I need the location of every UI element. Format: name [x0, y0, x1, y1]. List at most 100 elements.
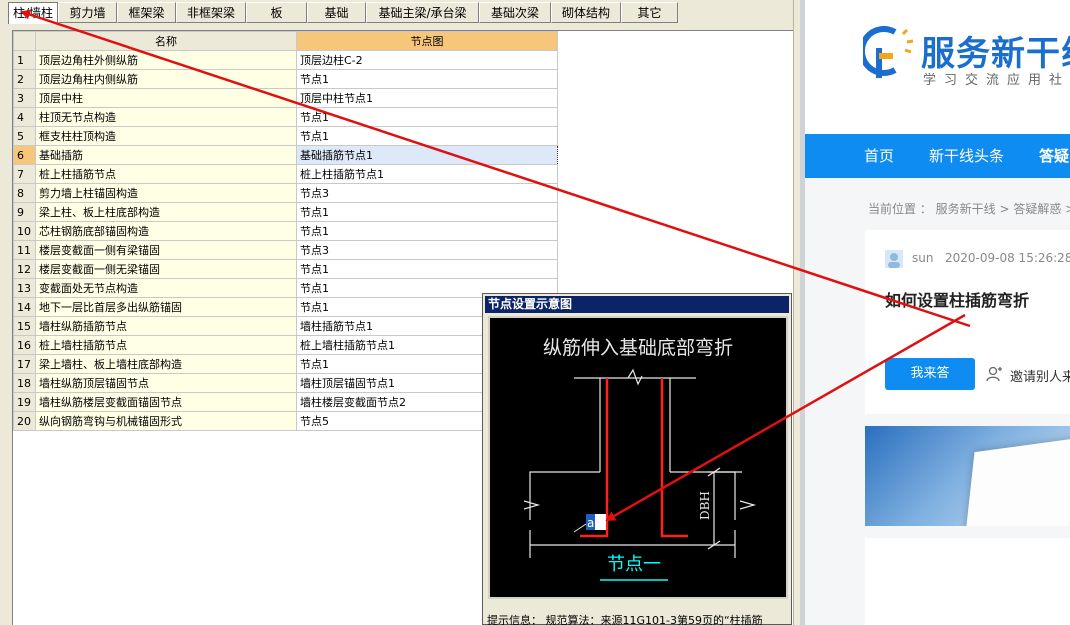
table-row[interactable]: 5 框支柱柱顶构造 节点1	[13, 126, 558, 146]
table-row[interactable]: 19 墙柱纵筋楼层变截面锚固节点 墙柱楼层变截面节点2	[13, 392, 558, 412]
row-node-cell[interactable]: 桩上柱插筋节点1	[296, 164, 558, 184]
tab-non-frame-beam[interactable]: 非框架梁	[176, 2, 246, 23]
row-number-cell: 10	[13, 221, 36, 241]
row-name-cell: 顶层中柱	[35, 88, 297, 108]
tab-foundation-secondary-beam[interactable]: 基础次梁	[479, 2, 551, 23]
rebar-settings-app: 柱/墙柱 剪力墙 框架梁 非框架梁 板 基础 基础主梁/承台梁 基础次梁 砌体结…	[0, 0, 800, 625]
row-number-cell: 11	[13, 240, 36, 260]
table-row[interactable]: 7 桩上柱插筋节点 桩上柱插筋节点1	[13, 164, 558, 184]
column-header-name[interactable]: 名称	[35, 31, 297, 51]
node-diagram-canvas: 纵筋伸入基础底部弯折 DBH a 节点一	[488, 316, 788, 599]
user-icon	[986, 366, 1002, 382]
row-number-cell: 16	[13, 335, 36, 355]
brand-subtitle: 学习交流应用社	[923, 73, 1070, 88]
table-row[interactable]: 4 柱顶无节点构造 节点1	[13, 107, 558, 127]
row-node-cell[interactable]: 基础插筋节点1	[296, 145, 558, 165]
settings-table: 名称 节点图 1 顶层边角柱外侧纵筋 顶层边柱C-2 2 顶层边角柱内侧纵筋 节点1 3 顶层…	[13, 31, 558, 431]
table-row[interactable]: 20 纵向钢筋弯钩与机械锚固形式 节点5	[13, 411, 558, 431]
node-diagram: 纵筋伸入基础底部弯折 DBH a 节点一	[523, 337, 757, 581]
row-node-cell[interactable]: 顶层边柱C-2	[296, 50, 558, 70]
table-row[interactable]: 9 梁上柱、板上柱底部构造 节点1	[13, 202, 558, 222]
row-number-cell: 4	[13, 107, 36, 127]
table-row[interactable]: 11 楼层变截面一侧有梁锚固 节点3	[13, 240, 558, 260]
avatar[interactable]	[885, 250, 903, 268]
tab-frame-beam[interactable]: 框架梁	[117, 2, 176, 23]
table-row[interactable]: 13 变截面处无节点构造 节点1	[13, 278, 558, 298]
table-row[interactable]: 18 墙柱纵筋顶层锚固节点 墙柱顶层锚固节点1	[13, 373, 558, 393]
row-number-cell: 20	[13, 411, 36, 431]
row-name-cell: 楼层变截面一侧无梁锚固	[35, 259, 297, 279]
nav-home[interactable]: 首页	[864, 134, 894, 178]
answer-button[interactable]: 我来答	[885, 358, 975, 390]
table-row[interactable]: 16 桩上墙柱插筋节点 桩上墙柱插筋节点1	[13, 335, 558, 355]
table-header-row: 名称 节点图	[13, 31, 558, 51]
table-row[interactable]: 10 芯柱钢筋底部锚固构造 节点1	[13, 221, 558, 241]
row-name-cell: 墙柱纵筋顶层锚固节点	[35, 373, 297, 393]
brand-logo-icon	[863, 26, 914, 78]
column-header-node[interactable]: 节点图	[296, 31, 558, 51]
table-row[interactable]: 17 梁上墙柱、板上墙柱底部构造 节点1	[13, 354, 558, 374]
table-row[interactable]: 2 顶层边角柱内侧纵筋 节点1	[13, 69, 558, 89]
node-diagram-window: 节点设置示意图 纵筋伸入基础底部弯折 DBH a 节点一 提示信息： 规范算法：…	[482, 293, 792, 625]
breadcrumb[interactable]: 当前位置 ： 服务新干线 > 答疑解惑 >	[868, 200, 1070, 217]
ad-banner[interactable]	[865, 426, 1070, 526]
row-number-cell: 14	[13, 297, 36, 317]
table-row[interactable]: 12 楼层变截面一侧无梁锚固 节点1	[13, 259, 558, 279]
brand-title[interactable]: 服务新干线	[921, 26, 1070, 75]
popup-info-text: 提示信息： 规范算法：来源11G101-3第59页的“柱插筋	[487, 614, 763, 625]
row-number-cell: 17	[13, 354, 36, 374]
row-name-cell: 基础插筋	[35, 145, 297, 165]
main-nav: 首页 新干线头条 答疑	[805, 134, 1070, 178]
popup-title[interactable]: 节点设置示意图	[485, 296, 789, 313]
table-row[interactable]: 8 剪力墙上柱锚固构造 节点3	[13, 183, 558, 203]
row-node-cell[interactable]: 节点3	[296, 183, 558, 203]
row-node-cell[interactable]: 节点3	[296, 240, 558, 260]
diagram-title: 纵筋伸入基础底部弯折	[543, 337, 733, 359]
row-name-cell: 墙柱纵筋楼层变截面锚固节点	[35, 392, 297, 412]
row-name-cell: 顶层边角柱外侧纵筋	[35, 50, 297, 70]
table-row[interactable]: 14 地下一层比首层多出纵筋锚固 节点1	[13, 297, 558, 317]
nav-headlines[interactable]: 新干线头条	[929, 134, 1004, 178]
row-name-cell: 变截面处无节点构造	[35, 278, 297, 298]
row-name-cell: 桩上柱插筋节点	[35, 164, 297, 184]
row-name-cell: 楼层变截面一侧有梁锚固	[35, 240, 297, 260]
content-card	[865, 538, 1070, 625]
table-row[interactable]: 3 顶层中柱 顶层中柱节点1	[13, 88, 558, 108]
row-name-cell: 梁上墙柱、板上墙柱底部构造	[35, 354, 297, 374]
row-name-cell: 顶层边角柱内侧纵筋	[35, 69, 297, 89]
row-node-cell[interactable]: 节点1	[296, 69, 558, 89]
invite-others-link[interactable]: 邀请别人来	[1010, 366, 1070, 385]
row-number-cell: 1	[13, 50, 36, 70]
row-node-cell[interactable]: 节点1	[296, 221, 558, 241]
bend-length-label: a	[587, 516, 594, 530]
tab-masonry[interactable]: 砌体结构	[551, 2, 621, 23]
table-row[interactable]: 1 顶层边角柱外侧纵筋 顶层边柱C-2	[13, 50, 558, 70]
row-number-cell: 13	[13, 278, 36, 298]
nav-qa[interactable]: 答疑	[1039, 134, 1069, 178]
row-node-cell[interactable]: 节点1	[296, 126, 558, 146]
dimension-label: DBH	[698, 491, 712, 520]
row-node-cell[interactable]: 节点1	[296, 259, 558, 279]
row-name-cell: 芯柱钢筋底部锚固构造	[35, 221, 297, 241]
row-name-cell: 地下一层比首层多出纵筋锚固	[35, 297, 297, 317]
question-date: 2020-09-08 15:26:28	[945, 251, 1070, 265]
row-number-cell: 5	[13, 126, 36, 146]
node-caption: 节点一	[607, 554, 661, 575]
tab-other[interactable]: 其它	[621, 2, 678, 23]
row-number-cell: 2	[13, 69, 36, 89]
tab-foundation[interactable]: 基础	[307, 2, 366, 23]
row-node-cell[interactable]: 顶层中柱节点1	[296, 88, 558, 108]
table-row[interactable]: 6 基础插筋 基础插筋节点1	[13, 145, 558, 165]
question-author[interactable]: sun	[912, 251, 933, 265]
row-number-cell: 6	[13, 145, 36, 165]
tab-foundation-main-beam[interactable]: 基础主梁/承台梁	[366, 2, 479, 23]
tab-column-wallcolumn[interactable]: 柱/墙柱	[8, 2, 58, 24]
tab-shear-wall[interactable]: 剪力墙	[58, 2, 117, 23]
row-name-cell: 桩上墙柱插筋节点	[35, 335, 297, 355]
rebar-lines	[580, 378, 688, 538]
banner-book-image	[964, 436, 1070, 526]
row-node-cell[interactable]: 节点1	[296, 202, 558, 222]
row-node-cell[interactable]: 节点1	[296, 107, 558, 127]
table-row[interactable]: 15 墙柱纵筋插筋节点 墙柱插筋节点1	[13, 316, 558, 336]
tab-slab[interactable]: 板	[246, 2, 307, 23]
